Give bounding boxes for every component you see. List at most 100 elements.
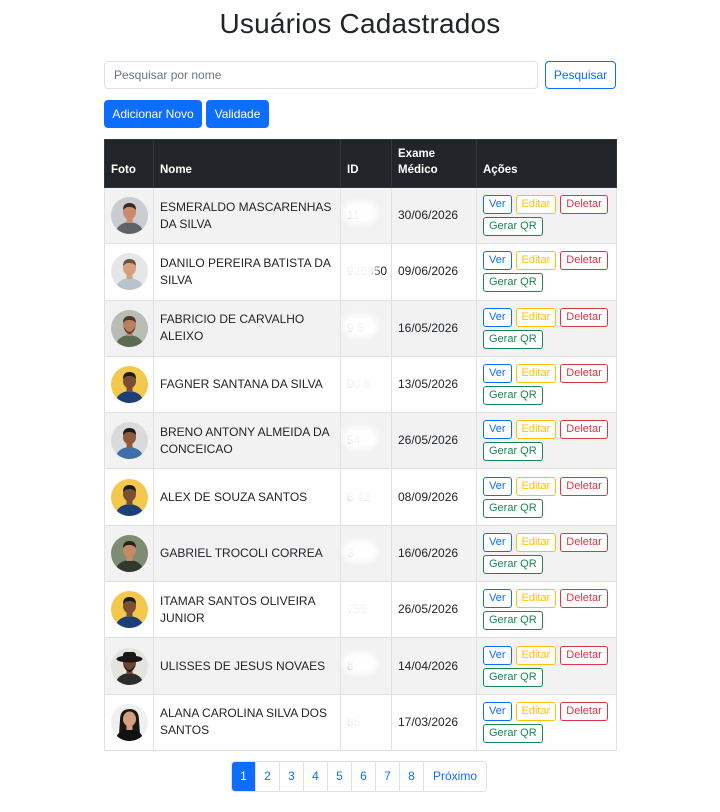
edit-button[interactable]: Editar bbox=[515, 364, 557, 384]
cell-nome: ITAMAR SANTOS OLIVEIRA JUNIOR bbox=[153, 581, 341, 639]
delete-button[interactable]: Deletar bbox=[560, 251, 608, 271]
redaction-blur bbox=[343, 483, 377, 506]
view-button[interactable]: Ver bbox=[483, 701, 512, 721]
table-row: ULISSES DE JESUS NOVAES 8 14/04/2026 VerEdi… bbox=[104, 637, 617, 695]
page-link-7[interactable]: 7 bbox=[376, 762, 400, 791]
generate-qr-button[interactable]: Gerar QR bbox=[483, 611, 543, 631]
delete-button[interactable]: Deletar bbox=[560, 589, 608, 609]
generate-qr-button[interactable]: Gerar QR bbox=[483, 442, 543, 462]
page-link-5[interactable]: 5 bbox=[328, 762, 352, 791]
page-title: Usuários Cadastrados bbox=[219, 8, 501, 39]
view-button[interactable]: Ver bbox=[483, 307, 512, 327]
table-row: FAGNER SANTANA DA SILVA 90 6 13/05/2026 Ver… bbox=[104, 355, 617, 414]
generate-qr-button[interactable]: Gerar QR bbox=[483, 498, 543, 518]
edit-button[interactable]: Editar bbox=[515, 420, 557, 440]
edit-button[interactable]: Editar bbox=[515, 701, 557, 721]
edit-button[interactable]: Editar bbox=[515, 589, 557, 609]
edit-button[interactable]: Editar bbox=[515, 251, 557, 271]
table-row: GABRIEL TROCOLI CORREA 3 16/06/2026 VerEdit… bbox=[104, 524, 617, 583]
edit-button[interactable]: Editar bbox=[515, 645, 557, 665]
delete-button[interactable]: Deletar bbox=[560, 307, 608, 327]
page-link-1[interactable]: 1 bbox=[232, 762, 256, 791]
generate-qr-button[interactable]: Gerar QR bbox=[483, 554, 543, 574]
generate-qr-button[interactable]: Gerar QR bbox=[483, 667, 543, 687]
table-row: ALANA CAROLINA SILVA DOS SANTOS 85 17/03/2… bbox=[104, 693, 617, 751]
page-link-2[interactable]: 2 bbox=[256, 762, 280, 791]
cell-nome: BRENO ANTONY ALMEIDA DA CONCEICAO bbox=[153, 412, 341, 470]
redaction-blur bbox=[343, 258, 377, 281]
edit-button[interactable]: Editar bbox=[515, 476, 557, 496]
cell-foto bbox=[104, 524, 154, 583]
page-link-4[interactable]: 4 bbox=[304, 762, 328, 791]
search-input[interactable] bbox=[104, 61, 538, 89]
page-link-3[interactable]: 3 bbox=[280, 762, 304, 791]
validade-button[interactable]: Validade bbox=[206, 100, 269, 128]
avatar bbox=[111, 366, 148, 404]
delete-button[interactable]: Deletar bbox=[560, 476, 608, 496]
cell-acoes: Ver Editar Deletar Gerar QR bbox=[476, 693, 617, 751]
cell-foto bbox=[104, 468, 154, 526]
edit-button[interactable]: Editar bbox=[515, 532, 557, 552]
next-page-link[interactable]: Próximo bbox=[424, 762, 487, 791]
delete-button[interactable]: Deletar bbox=[560, 420, 608, 440]
cell-acoes: Ver Editar Deletar Gerar QR bbox=[476, 243, 617, 301]
delete-button[interactable]: Deletar bbox=[560, 701, 608, 721]
exam-date: 09/06/2026 bbox=[398, 264, 459, 279]
cell-acoes: Ver Editar Deletar Gerar QR bbox=[476, 355, 617, 414]
cell-nome: FABRICIO DE CARVALHO ALEIXO bbox=[153, 299, 341, 357]
row-actions: Ver Editar Deletar Gerar QR bbox=[483, 476, 610, 519]
generate-qr-button[interactable]: Gerar QR bbox=[483, 217, 543, 237]
avatar bbox=[111, 703, 148, 741]
row-actions: Ver Editar Deletar Gerar QR bbox=[483, 532, 610, 575]
generate-qr-button[interactable]: Gerar QR bbox=[483, 273, 543, 293]
page-link-6[interactable]: 6 bbox=[352, 762, 376, 791]
delete-button[interactable]: Deletar bbox=[560, 195, 608, 215]
cell-foto bbox=[104, 693, 154, 751]
generate-qr-button[interactable]: Gerar QR bbox=[483, 329, 543, 349]
page-link-8[interactable]: 8 bbox=[400, 762, 424, 791]
cell-exame-medico: 26/05/2026 bbox=[391, 412, 477, 470]
avatar bbox=[111, 534, 148, 572]
generate-qr-button[interactable]: Gerar QR bbox=[483, 723, 543, 743]
view-button[interactable]: Ver bbox=[483, 420, 512, 440]
delete-button[interactable]: Deletar bbox=[560, 532, 608, 552]
generate-qr-button[interactable]: Gerar QR bbox=[483, 386, 543, 406]
avatar bbox=[111, 647, 148, 685]
redaction-blur bbox=[343, 314, 377, 337]
user-name: BRENO ANTONY ALMEIDA DA CONCEICAO bbox=[160, 424, 329, 456]
view-button[interactable]: Ver bbox=[483, 251, 512, 271]
cell-foto bbox=[104, 355, 154, 414]
cell-exame-medico: 30/06/2026 bbox=[391, 186, 477, 245]
exam-date: 26/05/2026 bbox=[398, 433, 459, 448]
search-button[interactable]: Pesquisar bbox=[545, 61, 616, 89]
header-id: ID bbox=[340, 139, 392, 188]
delete-button[interactable]: Deletar bbox=[560, 364, 608, 384]
cell-id: 8 bbox=[340, 637, 392, 695]
header-exame-medico: Exame Médico bbox=[391, 139, 477, 188]
exam-date: 17/03/2026 bbox=[398, 714, 459, 729]
user-name: ALEX DE SOUZA SANTOS bbox=[160, 489, 308, 504]
view-button[interactable]: Ver bbox=[483, 364, 512, 384]
edit-button[interactable]: Editar bbox=[515, 195, 557, 215]
row-actions: Ver Editar Deletar Gerar QR bbox=[483, 194, 610, 237]
cell-exame-medico: 14/04/2026 bbox=[391, 637, 477, 695]
user-name: ULISSES DE JESUS NOVAES bbox=[160, 658, 326, 673]
view-button[interactable]: Ver bbox=[483, 476, 512, 496]
add-new-button[interactable]: Adicionar Novo bbox=[104, 100, 202, 128]
view-button[interactable]: Ver bbox=[483, 645, 512, 665]
cell-exame-medico: 16/06/2026 bbox=[391, 524, 477, 583]
edit-button[interactable]: Editar bbox=[515, 307, 557, 327]
cell-exame-medico: 08/09/2026 bbox=[391, 468, 477, 526]
delete-button[interactable]: Deletar bbox=[560, 645, 608, 665]
cell-nome: FAGNER SANTANA DA SILVA bbox=[153, 355, 341, 414]
row-actions: Ver Editar Deletar Gerar QR bbox=[483, 419, 610, 462]
view-button[interactable]: Ver bbox=[483, 532, 512, 552]
user-name: ESMERALDO MASCARENHAS DA SILVA bbox=[160, 199, 332, 231]
redaction-blur bbox=[343, 596, 377, 619]
cell-foto bbox=[104, 243, 154, 301]
table-row: ALEX DE SOUZA SANTOS 8 42 08/09/2026 VerEdi… bbox=[104, 468, 617, 526]
view-button[interactable]: Ver bbox=[483, 195, 512, 215]
view-button[interactable]: Ver bbox=[483, 589, 512, 609]
table-row: ESMERALDO MASCARENHAS DA SILVA11 30/06/20… bbox=[104, 186, 617, 245]
cell-acoes: Ver Editar Deletar Gerar QR bbox=[476, 637, 617, 695]
